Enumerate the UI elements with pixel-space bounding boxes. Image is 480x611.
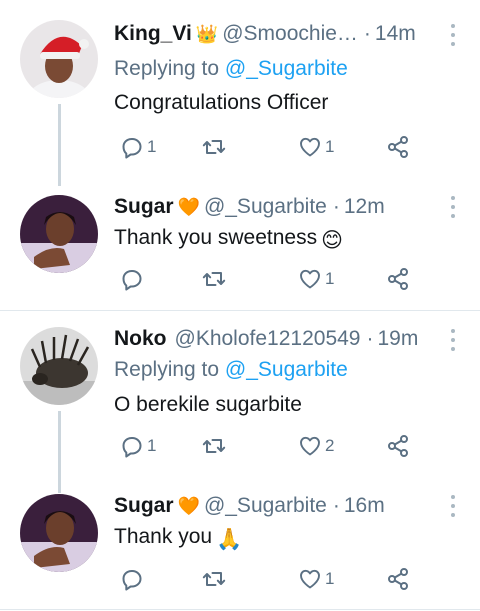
- tweet-text: Thank you sweetness 😊: [114, 226, 343, 253]
- action-bar: 1 1: [114, 134, 440, 160]
- folded-hands-emoji: 🙏: [216, 528, 243, 551]
- replying-to: Replying to @_Sugarbite: [114, 57, 348, 81]
- display-name[interactable]: Noko: [114, 327, 167, 351]
- reply-button[interactable]: 1: [120, 134, 156, 160]
- more-vertical-icon[interactable]: [450, 24, 456, 46]
- share-icon: [388, 435, 408, 457]
- retweet-icon: [202, 140, 226, 154]
- share-icon: [388, 268, 408, 290]
- share-icon: [388, 568, 408, 590]
- like-count: 1: [325, 269, 335, 288]
- reply-button[interactable]: 1: [120, 433, 156, 459]
- like-count: 1: [325, 137, 335, 156]
- bottom-divider: [0, 609, 480, 610]
- mention-link[interactable]: @_Sugarbite: [225, 57, 348, 80]
- retweet-button[interactable]: [202, 433, 229, 459]
- tweet-sugar-reply-1[interactable]: Sugar 🧡 @_Sugarbite · 12m Thank you swee…: [0, 175, 480, 310]
- retweet-button[interactable]: [202, 266, 229, 292]
- separator-dot: ·: [363, 22, 371, 45]
- heart-icon: [300, 137, 320, 157]
- tweet-text-body: Thank you sweetness: [114, 226, 318, 249]
- reply-button[interactable]: [120, 266, 147, 292]
- display-name[interactable]: Sugar: [114, 195, 174, 219]
- tweet-text: O berekile sugarbite: [114, 393, 302, 416]
- user-handle[interactable]: @Kholofe12120549: [175, 327, 361, 351]
- like-count: 1: [325, 569, 335, 588]
- mention-link[interactable]: @_Sugarbite: [225, 358, 348, 381]
- like-button[interactable]: 1: [298, 266, 334, 292]
- tweet-sugar-reply-2[interactable]: Sugar 🧡 @_Sugarbite · 16m Thank you 🙏 1: [0, 482, 480, 610]
- replying-to: Replying to @_Sugarbite: [114, 358, 348, 382]
- display-name[interactable]: Sugar: [114, 494, 174, 518]
- retweet-icon: [202, 439, 226, 453]
- reply-button[interactable]: [120, 566, 147, 592]
- retweet-button[interactable]: [202, 566, 229, 592]
- timestamp[interactable]: 14m: [375, 22, 416, 46]
- action-bar: 1 2: [114, 433, 440, 459]
- retweet-icon: [202, 572, 226, 586]
- timestamp[interactable]: 19m: [377, 327, 418, 351]
- heart-icon: [300, 569, 320, 589]
- separator-dot: ·: [366, 327, 374, 350]
- tweet-noko[interactable]: Noko @Kholofe12120549 · 19m Replying to …: [0, 311, 480, 493]
- tweet-header: Sugar 🧡 @_Sugarbite · 16m: [114, 494, 440, 522]
- like-button[interactable]: 2: [298, 433, 334, 459]
- thread-line: [58, 104, 61, 186]
- reply-icon: [122, 437, 142, 458]
- tweet-header: Sugar 🧡 @_Sugarbite · 12m: [114, 195, 440, 223]
- more-vertical-icon[interactable]: [450, 196, 456, 218]
- share-icon: [388, 136, 408, 158]
- like-count: 2: [325, 436, 335, 455]
- replying-to-label: Replying to: [114, 358, 220, 381]
- avatar[interactable]: [20, 327, 98, 405]
- tweet-king-vi[interactable]: King_Vi 👑 @Smoochie… · 14m Replying to @…: [0, 0, 480, 186]
- timestamp[interactable]: 12m: [344, 195, 385, 219]
- share-button[interactable]: [386, 433, 410, 459]
- user-handle[interactable]: @_Sugarbite: [204, 195, 327, 219]
- user-handle[interactable]: @_Sugarbite: [204, 494, 327, 518]
- tweet-text: Thank you 🙏: [114, 525, 242, 552]
- user-handle[interactable]: @Smoochie…: [222, 22, 358, 46]
- tweet-header: Noko @Kholofe12120549 · 19m: [114, 327, 440, 355]
- avatar[interactable]: [20, 20, 98, 98]
- tweet-text-body: Thank you: [114, 525, 213, 548]
- share-button[interactable]: [386, 266, 410, 292]
- heart-icon: [300, 436, 320, 456]
- display-name[interactable]: King_Vi: [114, 22, 192, 46]
- orange-heart-emoji: 🧡: [177, 197, 200, 217]
- reply-count: 1: [147, 137, 157, 156]
- smiling-emoji: 😊: [321, 229, 344, 252]
- reply-icon: [122, 570, 142, 591]
- heart-icon: [300, 269, 320, 289]
- action-bar: 1: [114, 566, 440, 592]
- avatar[interactable]: [20, 195, 98, 273]
- crown-emoji: 👑: [195, 24, 219, 44]
- share-button[interactable]: [386, 134, 410, 160]
- avatar[interactable]: [20, 494, 98, 572]
- action-bar: 1: [114, 266, 440, 292]
- tweet-header: King_Vi 👑 @Smoochie… · 14m: [114, 22, 440, 50]
- reply-count: 1: [147, 436, 157, 455]
- replying-to-label: Replying to: [114, 57, 220, 80]
- tweet-text: Congratulations Officer: [114, 91, 329, 114]
- reply-icon: [122, 138, 142, 159]
- retweet-icon: [202, 272, 226, 286]
- retweet-button[interactable]: [202, 134, 229, 160]
- like-button[interactable]: 1: [298, 134, 334, 160]
- separator-dot: ·: [332, 494, 340, 517]
- more-vertical-icon[interactable]: [450, 495, 456, 517]
- like-button[interactable]: 1: [298, 566, 334, 592]
- reply-icon: [122, 270, 142, 291]
- timestamp[interactable]: 16m: [344, 494, 385, 518]
- thread-line: [58, 411, 61, 493]
- more-vertical-icon[interactable]: [450, 329, 456, 351]
- share-button[interactable]: [386, 566, 410, 592]
- orange-heart-emoji: 🧡: [177, 496, 200, 516]
- separator-dot: ·: [332, 195, 340, 218]
